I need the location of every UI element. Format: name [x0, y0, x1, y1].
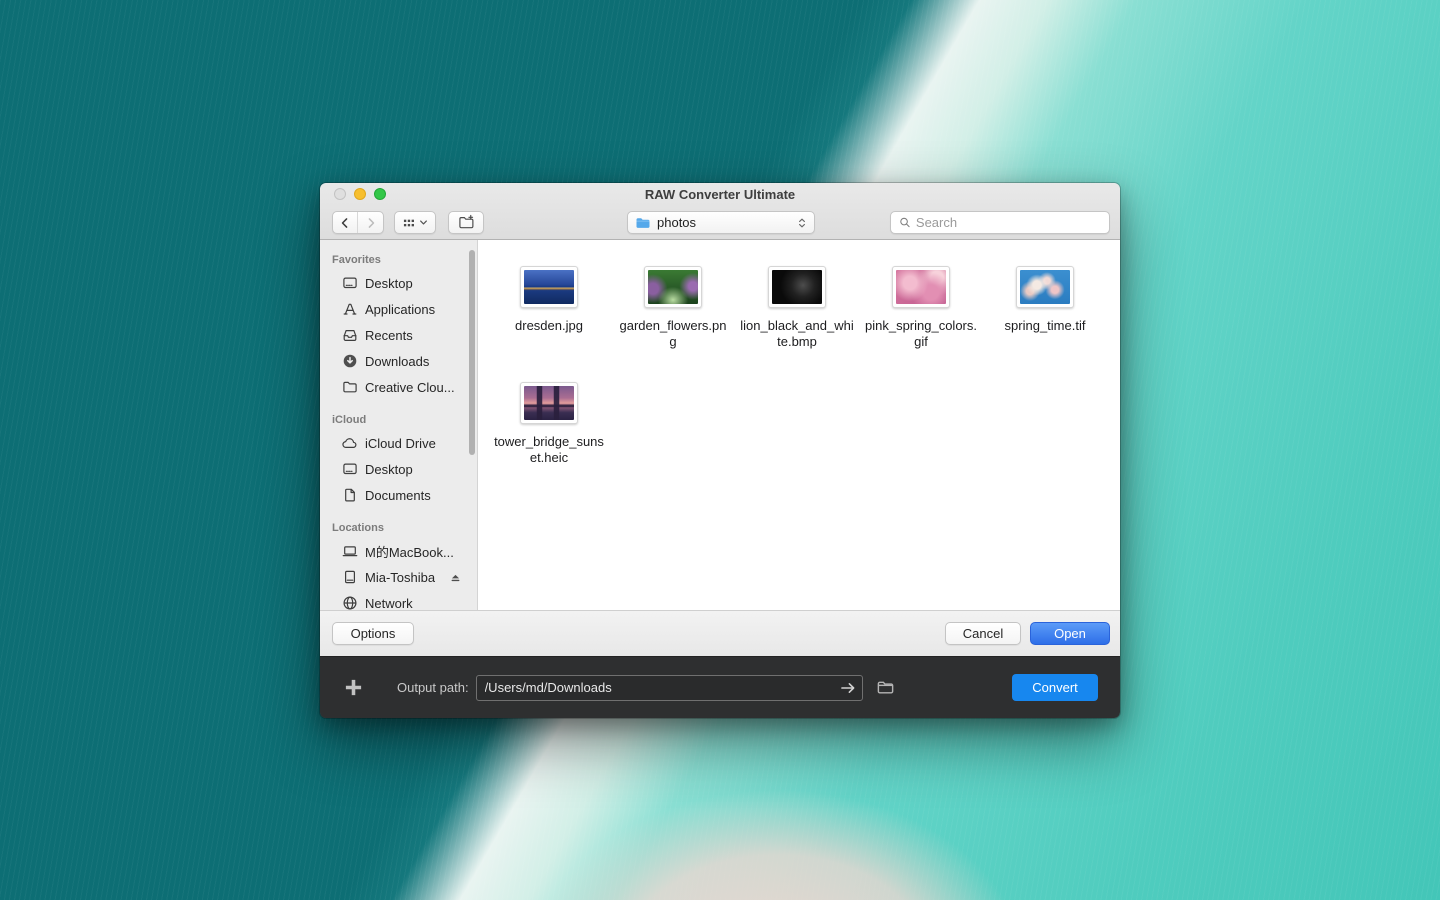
chevron-down-icon: [419, 218, 428, 227]
desktop-icon: [342, 461, 358, 477]
arrow-right-icon: [839, 679, 857, 697]
titlebar: RAW Converter Ultimate: [320, 183, 1120, 205]
sidebar-item-creative-clou[interactable]: Creative Clou...: [320, 374, 477, 400]
sidebar-section-header: iCloud: [320, 410, 477, 430]
output-path-input[interactable]: [476, 675, 863, 701]
sidebar-item-icloud-drive[interactable]: iCloud Drive: [320, 430, 477, 456]
sidebar-section: iCloud iCloud Drive Desktop Documents: [320, 400, 477, 508]
file-item[interactable]: spring_time.tif: [983, 266, 1107, 382]
output-path-label: Output path:: [397, 680, 469, 695]
grid-view-icon: [402, 216, 416, 230]
file-thumbnail: [892, 266, 950, 308]
sidebar-item-mia-toshiba[interactable]: Mia-Toshiba: [320, 564, 477, 590]
dialog-content: Favorites Desktop Applications Recents D…: [320, 240, 1120, 610]
file-name: pink_spring_colors.gif: [864, 318, 978, 350]
window-header: RAW Converter Ultimate: [320, 183, 1120, 240]
sidebar: Favorites Desktop Applications Recents D…: [320, 240, 478, 610]
file-item[interactable]: garden_flowers.png: [611, 266, 735, 382]
chevron-right-icon: [369, 218, 373, 226]
recents-icon: [342, 327, 358, 343]
forward-button[interactable]: [358, 212, 383, 233]
file-thumbnail: [768, 266, 826, 308]
document-icon: [342, 487, 358, 503]
search-input[interactable]: [916, 215, 1101, 230]
new-folder-button[interactable]: [448, 211, 484, 234]
sidebar-item-network[interactable]: Network: [320, 590, 477, 610]
dialog-action-row: Options Cancel Open: [320, 610, 1120, 656]
chevron-left-icon: [343, 218, 347, 226]
location-label: photos: [657, 215, 790, 230]
sidebar-item-desktop[interactable]: Desktop: [320, 270, 477, 296]
sidebar-item-m-macbook[interactable]: M的MacBook...: [320, 538, 477, 564]
laptop-icon: [342, 543, 358, 559]
sidebar-item-documents[interactable]: Documents: [320, 482, 477, 508]
sidebar-section-header: Locations: [320, 518, 477, 538]
cancel-button[interactable]: Cancel: [945, 622, 1021, 645]
applications-icon: [342, 301, 358, 317]
folder-icon: [342, 379, 358, 395]
nav-buttons: [332, 211, 384, 234]
stepper-icon: [796, 216, 808, 230]
eject-icon: [449, 571, 462, 584]
file-item[interactable]: lion_black_and_white.bmp: [735, 266, 859, 382]
downloads-icon: [342, 353, 358, 369]
convert-button[interactable]: Convert: [1012, 674, 1098, 701]
sidebar-section-header: Favorites: [320, 250, 477, 270]
sidebar-section: Locations M的MacBook... Mia-Toshiba Netwo…: [320, 508, 477, 610]
eject-button[interactable]: [449, 571, 462, 584]
view-mode-button[interactable]: [394, 211, 436, 234]
desktop-wallpaper: { "window": { "title": "RAW Converter Ul…: [0, 0, 1440, 900]
go-arrow-button[interactable]: [839, 679, 857, 697]
search-icon: [899, 216, 911, 229]
sidebar-scrollbar-thumb[interactable]: [469, 250, 475, 455]
window-title: RAW Converter Ultimate: [320, 183, 1120, 205]
open-button[interactable]: Open: [1030, 622, 1110, 645]
file-name: spring_time.tif: [988, 318, 1102, 334]
add-files-button[interactable]: [342, 677, 364, 699]
file-grid: dresden.jpg garden_flowers.png lion_blac…: [478, 240, 1120, 610]
file-item[interactable]: tower_bridge_sunset.heic: [487, 382, 611, 498]
options-button[interactable]: Options: [332, 622, 414, 645]
output-path-wrap: [476, 675, 863, 701]
file-thumbnail: [1016, 266, 1074, 308]
icloud-icon: [341, 435, 358, 451]
convert-bar: Output path: Convert: [320, 656, 1120, 718]
sidebar-item-downloads[interactable]: Downloads: [320, 348, 477, 374]
sidebar-item-desktop[interactable]: Desktop: [320, 456, 477, 482]
blue-folder-icon: [635, 215, 651, 231]
file-name: garden_flowers.png: [616, 318, 730, 350]
sidebar-item-recents[interactable]: Recents: [320, 322, 477, 348]
sidebar-section: Favorites Desktop Applications Recents D…: [320, 240, 477, 400]
back-button[interactable]: [333, 212, 358, 233]
external-drive-icon: [342, 569, 358, 585]
network-globe-icon: [342, 595, 358, 610]
file-name: lion_black_and_white.bmp: [740, 318, 854, 350]
file-item[interactable]: pink_spring_colors.gif: [859, 266, 983, 382]
file-name: tower_bridge_sunset.heic: [492, 434, 606, 466]
sidebar-item-applications[interactable]: Applications: [320, 296, 477, 322]
location-dropdown[interactable]: photos: [627, 211, 815, 234]
file-name: dresden.jpg: [492, 318, 606, 334]
file-item[interactable]: dresden.jpg: [487, 266, 611, 382]
toolbar: photos: [320, 205, 1120, 240]
browse-output-folder-button[interactable]: [876, 678, 895, 697]
desktop-icon: [342, 275, 358, 291]
file-thumbnail: [520, 266, 578, 308]
new-folder-icon: [458, 214, 475, 231]
search-field[interactable]: [890, 211, 1110, 234]
folder-outline-icon: [876, 678, 895, 697]
file-thumbnail: [520, 382, 578, 424]
file-open-dialog: RAW Converter Ultimate: [320, 183, 1120, 718]
plus-icon: [343, 677, 364, 698]
file-thumbnail: [644, 266, 702, 308]
